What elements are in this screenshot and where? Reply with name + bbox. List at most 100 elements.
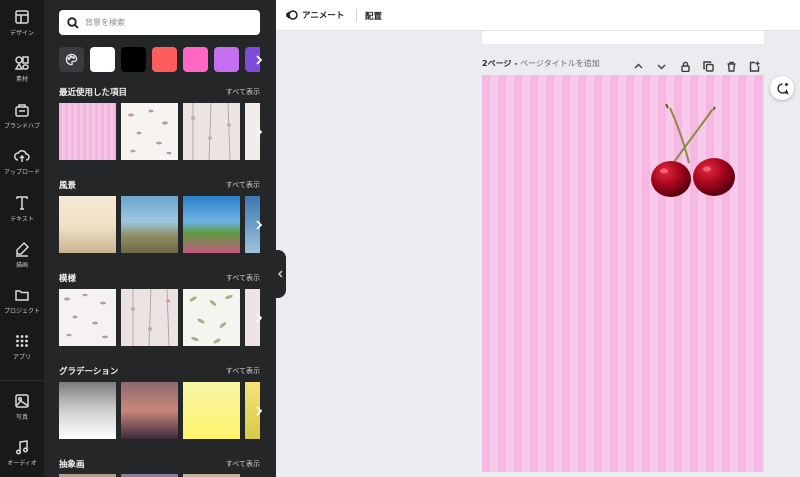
elements-icon <box>14 56 29 70</box>
custom-color-button[interactable] <box>59 47 84 72</box>
comment-add-icon <box>776 82 789 95</box>
section-title-recent: 最近使用した項目 <box>59 88 128 98</box>
color-swatch[interactable] <box>152 47 177 72</box>
add-comment-button[interactable] <box>770 76 794 100</box>
duplicate-page-button[interactable] <box>703 57 714 76</box>
chevron-right-icon <box>256 405 263 416</box>
see-all-patterns-link[interactable]: すべて表示 <box>226 273 260 283</box>
lock-icon <box>681 61 690 73</box>
gradient-thumbnail[interactable] <box>121 382 178 439</box>
rail-item-label: ブランドハブ <box>3 123 40 130</box>
delete-page-button[interactable] <box>726 57 737 76</box>
section-title-gradients: グラデーション <box>59 367 119 377</box>
color-swatch[interactable] <box>214 47 239 72</box>
rail-item-projects[interactable]: プロジェクト <box>0 278 44 324</box>
pattern-thumbnail[interactable] <box>59 289 116 346</box>
search-box[interactable] <box>59 10 260 35</box>
backgrounds-panel: 最近使用した項目 すべて表示 風景 すべて表示 模様 すべて表示 グラデーション… <box>44 0 276 477</box>
rail-item-label: アップロード <box>3 169 40 176</box>
design-page[interactable] <box>482 75 764 472</box>
move-page-up-button[interactable] <box>633 57 644 76</box>
rail-item-audio[interactable]: オーディオ <box>0 430 44 476</box>
leaf-pattern-image <box>189 294 233 344</box>
animate-icon <box>286 10 298 20</box>
see-all-landscape-link[interactable]: すべて表示 <box>226 180 260 190</box>
floral-pattern-image <box>131 289 170 346</box>
move-page-down-button[interactable] <box>656 57 667 76</box>
pattern-thumbnail[interactable] <box>183 289 240 346</box>
background-thumbnail[interactable] <box>59 103 116 160</box>
color-swatch[interactable] <box>121 47 146 72</box>
section-title-abstract: 抽象画 <box>59 460 85 470</box>
floral-pattern-image <box>64 293 108 339</box>
see-all-recent-link[interactable]: すべて表示 <box>226 87 260 97</box>
brand-icon <box>15 104 29 117</box>
collapse-panel-button[interactable] <box>274 250 286 298</box>
trash-icon <box>727 61 736 72</box>
rail-divider <box>0 380 44 381</box>
rail-item-brand-hub[interactable]: ブランドハブ <box>0 93 44 139</box>
landscape-thumbnail[interactable] <box>59 196 116 253</box>
rail-item-text[interactable]: テキスト <box>0 186 44 232</box>
rail-item-label: デザイン <box>9 30 34 37</box>
recent-next-button[interactable] <box>251 119 267 144</box>
photo-icon <box>15 394 29 408</box>
page-title-input[interactable]: ページタイトルを追加 <box>520 59 600 68</box>
folder-icon <box>15 290 29 301</box>
floral-pattern-image <box>191 103 231 160</box>
rail-item-upload[interactable]: アップロード <box>0 139 44 185</box>
text-icon <box>16 196 28 210</box>
color-swatch[interactable] <box>90 47 115 72</box>
rail-item-elements[interactable]: 素材 <box>0 46 44 92</box>
previous-page-bottom[interactable] <box>482 31 764 44</box>
audio-icon <box>15 440 29 455</box>
add-page-icon <box>749 61 760 72</box>
gradient-thumbnail[interactable] <box>183 382 240 439</box>
upload-icon <box>14 150 30 162</box>
background-thumbnail[interactable] <box>183 103 240 160</box>
animate-button[interactable]: アニメート <box>286 9 344 21</box>
lock-page-button[interactable] <box>680 57 691 76</box>
colors-next-button[interactable] <box>251 47 267 72</box>
landscape-thumbnail[interactable] <box>183 196 240 253</box>
landscape-thumbnail[interactable] <box>121 196 178 253</box>
see-all-abstract-link[interactable]: すべて表示 <box>226 459 260 469</box>
chevron-right-icon <box>256 312 263 323</box>
page-number-label: 2ページ - <box>482 59 518 68</box>
chevron-down-icon <box>657 64 666 70</box>
rail-item-draw[interactable]: 描画 <box>0 232 44 278</box>
toolbar-divider <box>356 9 357 22</box>
duplicate-icon <box>703 61 714 72</box>
rail-item-label: 写真 <box>15 414 28 421</box>
page-header: 2ページ - ページタイトルを追加 <box>482 58 600 69</box>
rail-item-apps[interactable]: アプリ <box>0 324 44 370</box>
gradients-next-button[interactable] <box>251 398 267 423</box>
left-rail: デザイン 素材 ブランドハブ アップロード テキスト 描画 プロジェクト アプリ… <box>0 0 44 477</box>
section-title-patterns: 模様 <box>59 274 77 284</box>
layout-icon <box>15 10 29 24</box>
rail-item-label: 素材 <box>15 76 28 83</box>
chevron-left-icon <box>277 270 283 278</box>
search-input[interactable] <box>85 18 255 27</box>
rail-item-label: オーディオ <box>7 460 37 467</box>
floral-pattern-image <box>128 109 172 155</box>
color-swatch[interactable] <box>183 47 208 72</box>
rail-item-label: テキスト <box>10 216 34 223</box>
rail-item-label: アプリ <box>12 354 31 361</box>
patterns-next-button[interactable] <box>251 305 267 330</box>
rail-item-design[interactable]: デザイン <box>0 0 44 46</box>
background-thumbnail[interactable] <box>121 103 178 160</box>
cherry-image[interactable] <box>482 75 764 472</box>
rail-item-label: プロジェクト <box>3 308 40 315</box>
landscape-next-button[interactable] <box>251 212 267 237</box>
add-page-button[interactable] <box>749 57 760 76</box>
section-title-landscape: 風景 <box>59 181 77 191</box>
apps-icon <box>16 335 28 347</box>
see-all-gradients-link[interactable]: すべて表示 <box>226 366 260 376</box>
gradient-thumbnail[interactable] <box>59 382 116 439</box>
position-button[interactable]: 配置 <box>365 10 382 22</box>
rail-item-label: 描画 <box>15 262 28 269</box>
palette-icon <box>65 53 78 66</box>
rail-item-photos[interactable]: 写真 <box>0 384 44 430</box>
pattern-thumbnail[interactable] <box>121 289 178 346</box>
